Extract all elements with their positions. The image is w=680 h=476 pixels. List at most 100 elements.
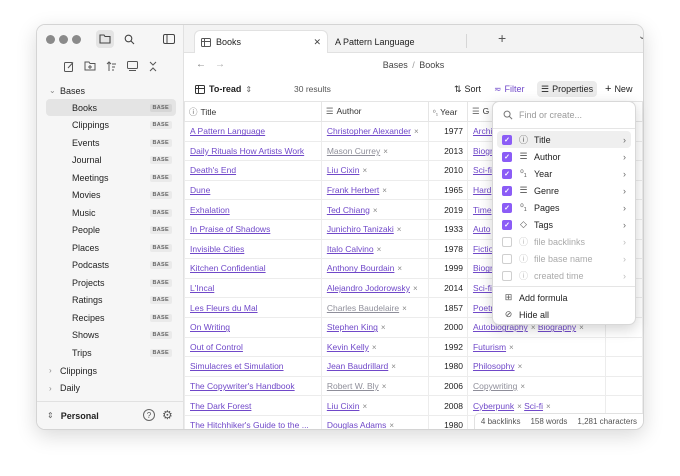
author-cell[interactable]: Douglas Adams × — [320, 414, 429, 429]
new-note-icon[interactable] — [60, 57, 78, 75]
author-cell[interactable]: Italo Calvino × — [320, 238, 429, 260]
sidebar-item-trips[interactable]: Trips BASE — [46, 344, 176, 361]
remove-icon[interactable]: × — [377, 245, 382, 254]
remove-icon[interactable]: × — [414, 127, 419, 136]
year-cell[interactable]: 2000 — [427, 316, 468, 338]
sidebar-item-meetings[interactable]: Meetings BASE — [46, 169, 176, 186]
sidebar-item-events[interactable]: Events BASE — [46, 134, 176, 151]
title-cell[interactable]: The Dark Forest — [184, 395, 322, 416]
author-cell[interactable]: Anthony Bourdain × — [320, 258, 429, 279]
year-cell[interactable]: 1933 — [427, 218, 468, 240]
sidebar-item-movies[interactable]: Movies BASE — [46, 187, 176, 204]
minimize-window-button[interactable] — [59, 35, 68, 44]
chevron-right-icon[interactable]: › — [623, 237, 626, 247]
sidebar-item-projects[interactable]: Projects BASE — [46, 274, 176, 291]
author-link[interactable]: Italo Calvino — [327, 244, 374, 254]
author-link[interactable]: Douglas Adams — [327, 420, 387, 429]
table-row[interactable]: Out of Control Kevin Kelly × 1992 Futurism × — [184, 336, 643, 358]
add-formula-button[interactable]: ⊞ Add formula — [497, 289, 631, 306]
remove-icon[interactable]: × — [389, 421, 394, 429]
chevron-right-icon[interactable]: › — [623, 220, 626, 230]
genre-link[interactable]: Sci-fi — [473, 283, 492, 293]
folder-clippings[interactable]: › Clippings — [37, 362, 184, 379]
sidebar-item-places[interactable]: Places BASE — [46, 239, 176, 256]
genre-link[interactable]: Sci-fi — [473, 165, 492, 175]
year-cell[interactable]: 1965 — [427, 179, 468, 201]
checkbox[interactable]: ✓ — [502, 134, 512, 145]
genre-link[interactable]: Hard — [473, 185, 491, 195]
title-cell[interactable]: Dune — [184, 179, 322, 201]
year-cell[interactable]: 1980 — [427, 356, 468, 377]
author-link[interactable]: Anthony Bourdain — [327, 263, 395, 273]
title-cell[interactable]: Les Fleurs du Mal — [184, 297, 322, 318]
author-link[interactable]: Robert W. Bly — [327, 381, 379, 391]
title-link[interactable]: Death's End — [190, 165, 236, 175]
year-cell[interactable]: 2014 — [427, 277, 468, 299]
property-toggle-pages[interactable]: ✓ ⁰₁ Pages › — [497, 199, 631, 216]
sidebar-item-recipes[interactable]: Recipes BASE — [46, 309, 176, 326]
close-tab-icon[interactable]: ✕ — [313, 37, 321, 48]
remove-icon[interactable]: × — [413, 284, 418, 293]
sidebar-toggle-icon[interactable] — [160, 30, 178, 48]
title-cell[interactable]: Exhalation — [184, 199, 322, 220]
chevron-right-icon[interactable]: › — [623, 152, 626, 162]
genre-link[interactable]: Biogr — [473, 263, 493, 273]
title-link[interactable]: Daily Rituals How Artists Work — [190, 146, 304, 156]
title-cell[interactable]: Out of Control — [184, 336, 322, 358]
year-cell[interactable]: 1978 — [427, 238, 468, 260]
year-cell[interactable]: 2006 — [427, 375, 468, 397]
author-link[interactable]: Alejandro Jodorowsky — [327, 283, 410, 293]
checkbox[interactable]: ✓ — [502, 219, 512, 230]
title-cell[interactable]: Daily Rituals How Artists Work — [184, 140, 322, 162]
vault-switcher[interactable]: ⇕ Personal ? ⚙ — [37, 401, 184, 429]
chevron-down-icon[interactable]: ⌄ — [638, 31, 643, 42]
author-cell[interactable]: Liu Cixin × — [320, 160, 429, 181]
title-link[interactable]: Les Fleurs du Mal — [190, 303, 258, 313]
property-toggle-author[interactable]: ✓ ☰ Author › — [497, 148, 631, 165]
author-link[interactable]: Junichiro Tanizaki — [327, 224, 394, 234]
author-link[interactable]: Christopher Alexander — [327, 126, 411, 136]
title-link[interactable]: Out of Control — [190, 342, 243, 352]
remove-icon[interactable]: × — [382, 186, 387, 195]
title-cell[interactable]: Death's End — [184, 160, 322, 181]
property-toggle-created-time[interactable]: ⓘ created time › — [497, 267, 631, 284]
column-header-title[interactable]: ⓘ Title — [184, 101, 322, 122]
title-link[interactable]: The Hitchhiker's Guide to the ... — [190, 420, 309, 429]
genre-link[interactable]: Sci-fi — [524, 401, 543, 411]
remove-icon[interactable]: × — [518, 362, 523, 371]
chevron-right-icon[interactable]: › — [623, 186, 626, 196]
title-cell[interactable]: Simulacres et Simulation — [184, 356, 322, 377]
author-link[interactable]: Kevin Kelly — [327, 342, 369, 352]
property-toggle-year[interactable]: ✓ ⁰₁ Year › — [497, 165, 631, 182]
property-toggle-genre[interactable]: ✓ ☰ Genre › — [497, 182, 631, 199]
chevron-right-icon[interactable]: › — [623, 169, 626, 179]
close-window-button[interactable] — [46, 35, 55, 44]
title-link[interactable]: On Writing — [190, 322, 230, 332]
title-cell[interactable]: On Writing — [184, 316, 322, 338]
title-link[interactable]: The Copywriter's Handbook — [190, 381, 295, 391]
genre-link[interactable]: Archi — [473, 126, 492, 136]
property-toggle-file-backlinks[interactable]: ⓘ file backlinks › — [497, 233, 631, 250]
remove-icon[interactable]: × — [397, 225, 402, 234]
sidebar-item-podcasts[interactable]: Podcasts BASE — [46, 257, 176, 274]
author-cell[interactable]: Charles Baudelaire × — [320, 297, 429, 318]
title-link[interactable]: Dune — [190, 185, 210, 195]
table-row[interactable]: The Copywriter's Handbook Robert W. Bly × 2… — [184, 375, 643, 397]
author-link[interactable]: Frank Herbert — [327, 185, 379, 195]
folder-icon[interactable] — [96, 30, 114, 48]
author-link[interactable]: Ted Chiang — [327, 205, 370, 215]
remove-icon[interactable]: × — [373, 206, 378, 215]
genre-cell[interactable]: Futurism × — [466, 336, 606, 358]
year-cell[interactable]: 1992 — [427, 336, 468, 358]
remove-icon[interactable]: × — [546, 402, 551, 411]
year-cell[interactable]: 2019 — [427, 199, 468, 220]
title-link[interactable]: Kitchen Confidential — [190, 263, 266, 273]
author-cell[interactable]: Jean Baudrillard × — [320, 356, 429, 377]
help-icon[interactable]: ? — [143, 409, 155, 421]
filter-button[interactable]: ≂ Filter — [490, 81, 529, 97]
hide-all-button[interactable]: ⊘ Hide all — [497, 306, 631, 323]
genre-link[interactable]: Fictio — [473, 244, 493, 254]
author-link[interactable]: Mason Currey — [327, 146, 380, 156]
year-cell[interactable]: 2008 — [427, 395, 468, 416]
genre-link[interactable]: Philosophy — [473, 361, 515, 371]
